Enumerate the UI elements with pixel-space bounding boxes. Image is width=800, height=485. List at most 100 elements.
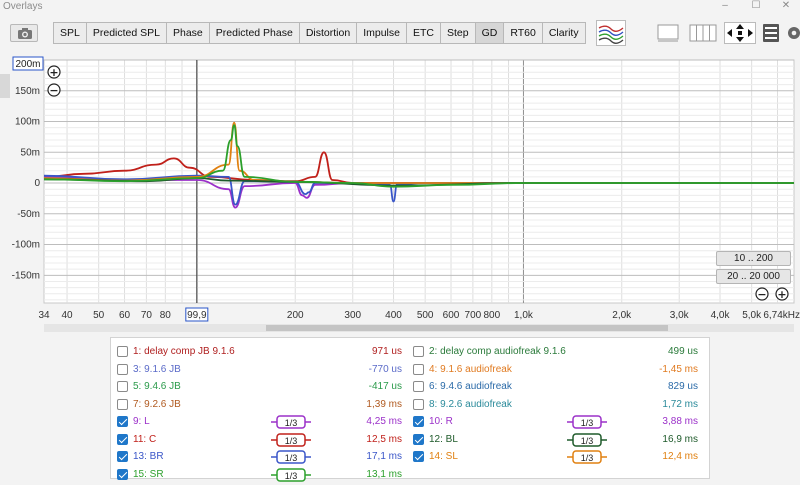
smoothing-selector[interactable]: 1/3	[567, 415, 607, 429]
zoom-out-icon-glyph: −	[49, 84, 58, 97]
legend-checkbox[interactable]	[117, 468, 128, 480]
smoothing-selector[interactable]: 1/3	[567, 450, 607, 464]
x-tick-label: 1,0k	[514, 310, 534, 321]
tab-predicted-phase[interactable]: Predicted Phase	[210, 23, 300, 43]
svg-text:1/3: 1/3	[285, 436, 298, 446]
legend-row[interactable]: 10: R 1/3 3,88 ms	[407, 414, 702, 431]
x-tick-label: 6,74kHz	[763, 310, 800, 321]
zoom-in-x-icon-glyph: +	[777, 288, 786, 301]
legend-checkbox[interactable]	[413, 363, 424, 375]
x-tick-label: 500	[417, 310, 434, 321]
legend-value: 971 us	[371, 346, 402, 357]
legend-checkbox[interactable]	[117, 416, 128, 427]
x-tick-label: 60	[119, 310, 131, 321]
tab-phase[interactable]: Phase	[167, 23, 210, 43]
legend-checkbox[interactable]	[117, 363, 128, 375]
legend-value: -1,45 ms	[659, 363, 698, 375]
legend-label: 4: 9.1.6 audiofreak	[429, 363, 512, 375]
legend-label: 2: delay comp audiofreak 9.1.6	[429, 346, 566, 357]
legend-checkbox[interactable]	[413, 398, 424, 410]
x-tick-label: 34	[38, 310, 50, 321]
legend-row[interactable]: 12: BL 1/3 16,9 ms	[407, 432, 702, 449]
toolbar: SPL Predicted SPL Phase Predicted Phase Dist…	[0, 14, 800, 54]
x-tick-label: 800	[483, 310, 500, 321]
tab-step[interactable]: Step	[441, 23, 476, 43]
legend-label: 12: BL	[429, 433, 458, 445]
legend-row[interactable]: 8: 9.2.6 audiofreak 1,72 ms	[407, 397, 702, 414]
x-tick-label: 40	[61, 310, 73, 321]
smoothing-selector[interactable]: 1/3	[271, 450, 311, 464]
legend-row[interactable]: 9: L 1/3 4,25 ms	[111, 414, 406, 431]
smoothing-selector[interactable]: 1/3	[271, 415, 311, 429]
legend-value: 3,88 ms	[662, 416, 698, 427]
legend-row[interactable]: 11: C 1/3 12,5 ms	[111, 432, 406, 449]
settings-gear-icon[interactable]	[784, 20, 800, 46]
close-button[interactable]: ✕	[776, 0, 796, 11]
camera-icon[interactable]	[10, 24, 38, 42]
zoom-in-icon-glyph: +	[49, 66, 58, 79]
legend-row[interactable]: 1: delay comp JB 9.1.6 971 us	[111, 344, 406, 361]
legend-label: 6: 9.4.6 audiofreak	[429, 381, 512, 392]
svg-text:1/3: 1/3	[581, 436, 594, 446]
left-resize-handle[interactable]	[0, 74, 10, 98]
smoothing-selector[interactable]: 1/3	[567, 432, 607, 447]
x-tick-label: 70	[141, 310, 153, 321]
legend-value: 499 us	[667, 346, 698, 357]
legend-row[interactable]: 6: 9.4.6 audiofreak 829 us	[407, 379, 702, 396]
legend-row[interactable]: 4: 9.1.6 audiofreak -1,45 ms	[407, 362, 702, 379]
smoothing-selector[interactable]: 1/3	[271, 467, 311, 482]
tab-rt60[interactable]: RT60	[504, 23, 543, 43]
y-zoom-range-button[interactable]: 10 .. 200	[716, 251, 791, 266]
minimize-button[interactable]: –	[715, 0, 735, 11]
legend-row[interactable]: 13: BR 1/3 17,1 ms	[111, 449, 406, 466]
tab-spl[interactable]: SPL	[54, 23, 87, 43]
layout-columns-icon[interactable]	[688, 20, 718, 46]
smoothing-selector[interactable]: 1/3	[271, 432, 311, 447]
gd-plot[interactable]: 150m 100m 50m 0 -50m -100m -150m 200m + − − +34 40 50…	[0, 54, 800, 336]
legend-row[interactable]: 15: SR 1/3 13,1 ms	[111, 467, 406, 484]
x-tick-label: 3,0k	[670, 310, 690, 321]
tab-predicted-spl[interactable]: Predicted SPL	[87, 23, 167, 43]
tab-distortion[interactable]: Distortion	[300, 23, 358, 43]
y-tick-label: 50m	[21, 147, 40, 158]
legend-checkbox[interactable]	[413, 433, 424, 445]
legend-value: 1,39 ms	[366, 398, 402, 410]
legend-checkbox[interactable]	[117, 451, 128, 462]
tab-etc[interactable]: ETC	[407, 23, 441, 43]
y-tick-label: 100m	[15, 117, 40, 128]
scrollbar-thumb[interactable]	[266, 325, 668, 331]
legend-checkbox[interactable]	[413, 416, 424, 427]
legend-checkbox[interactable]	[413, 381, 424, 392]
tab-impulse[interactable]: Impulse	[357, 23, 407, 43]
legend-checkbox[interactable]	[117, 381, 128, 392]
maximize-button[interactable]: ☐	[746, 0, 766, 11]
legend-row[interactable]: 7: 9.2.6 JB 1,39 ms	[111, 397, 406, 414]
legend-checkbox[interactable]	[117, 433, 128, 445]
legend-label: 15: SR	[133, 468, 164, 480]
legend-checkbox[interactable]	[413, 451, 424, 462]
legend-row[interactable]: 2: delay comp audiofreak 9.1.6 499 us	[407, 344, 702, 361]
legend-checkbox[interactable]	[117, 398, 128, 410]
tab-clarity[interactable]: Clarity	[543, 23, 585, 43]
legend-checkbox[interactable]	[117, 346, 128, 357]
svg-text:1/3: 1/3	[581, 453, 594, 463]
legend-value: 829 us	[667, 381, 698, 392]
tab-gd[interactable]: GD	[475, 23, 505, 43]
x-tick-label: 99,9	[187, 310, 207, 321]
layout-single-icon[interactable]	[655, 20, 681, 46]
overlay-traces-icon[interactable]	[596, 20, 626, 46]
y-tick-label: -100m	[12, 240, 40, 251]
legend-checkbox[interactable]	[413, 346, 424, 357]
legend-row[interactable]: 5: 9.4.6 JB -417 us	[111, 379, 406, 396]
move-arrows-icon[interactable]	[724, 20, 756, 46]
horizontal-scrollbar[interactable]	[44, 324, 794, 332]
x-zoom-range-button[interactable]: 20 .. 20 000	[716, 269, 791, 284]
legend-value: -770 us	[368, 363, 402, 375]
legend-value: 16,9 ms	[662, 433, 698, 445]
controls-panel-icon[interactable]	[762, 20, 780, 46]
legend-panel: 1: delay comp JB 9.1.6 971 us 3: 9.1.6 JB -…	[110, 337, 710, 482]
legend-label: 7: 9.2.6 JB	[133, 398, 181, 410]
x-tick-label: 80	[160, 310, 172, 321]
legend-row[interactable]: 3: 9.1.6 JB -770 us	[111, 362, 406, 379]
legend-row[interactable]: 14: SL 1/3 12,4 ms	[407, 449, 702, 466]
